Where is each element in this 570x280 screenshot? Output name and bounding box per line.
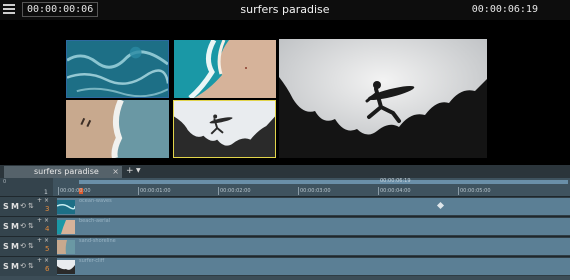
ruler-left-label: 0 [3,179,7,185]
ruler-tick-label: 00:00:02:00 [220,188,251,194]
clip-thumbnail [57,240,75,254]
ruler-tick [138,187,139,195]
ruler-tick [458,187,459,195]
order-icon[interactable]: ⇅ [28,262,34,270]
ruler-tick [298,187,299,195]
ruler-tick-label: 00:00:04:00 [380,188,411,194]
track-5: S M ⟲ ⇅ + × 5 sand-shoreline [0,236,570,256]
ruler-tick [218,187,219,195]
track-number: 4 [45,225,50,233]
tab-menu-icon[interactable]: ▼ [136,165,141,177]
ruler-tick [58,187,59,195]
close-tab-icon[interactable]: × [112,166,119,178]
solo-button[interactable]: S [3,262,9,271]
keyframe-marker[interactable] [436,201,445,210]
ruler-tick-label: 00:00:03:00 [300,188,331,194]
add-tab-icon[interactable]: + [126,165,134,177]
mute-button[interactable]: M [11,262,19,271]
timeline-tab[interactable]: surfers paradise × [4,166,122,178]
clip-thumbnail [57,200,75,214]
clip-name: ocean-waves [79,198,112,204]
clip-name: sand-shoreline [79,238,116,244]
range-bar[interactable] [79,180,568,184]
order-icon[interactable]: ⇅ [28,222,34,230]
lock-icon[interactable]: ⟲ [20,262,26,270]
track-number: 3 [45,205,50,213]
track-header: S M ⟲ ⇅ + × 6 [0,257,57,276]
track-number: 5 [45,245,50,253]
main-preview-frame[interactable] [279,39,487,158]
clip-name: surfer-cliff [79,258,105,264]
duration-timecode: 00:00:06:19 [471,4,538,15]
lock-icon[interactable]: ⟲ [20,222,26,230]
clip[interactable]: beach-aerial [57,218,570,235]
track-4: S M ⟲ ⇅ + × 4 beach-aerial [0,216,570,236]
ruler-tick-label: 00:00:00:00 [60,188,91,194]
thumbnail-beach-aerial[interactable] [174,40,276,98]
order-icon[interactable]: ⇅ [28,202,34,210]
ruler-tick-label: 00:00:05:00 [460,188,491,194]
clip[interactable]: surfer-cliff [57,258,570,275]
add-track-icon[interactable]: + [37,237,42,244]
clip-name: beach-aerial [79,218,111,224]
clip-thumbnail [57,220,75,234]
ruler-tick [378,187,379,195]
remove-track-icon[interactable]: × [44,197,49,204]
thumbnail-sand-shoreline[interactable] [66,100,169,158]
clip[interactable]: ocean-waves [57,198,570,215]
timeline-tab-label: surfers paradise [34,167,99,176]
range-timecode: 00:00:06:19 [380,178,411,184]
track-header: S M ⟲ ⇅ + × 5 [0,237,57,256]
thumbnail-surfer-cliff[interactable] [173,100,276,158]
lock-icon[interactable]: ⟲ [20,202,26,210]
ruler-number: 1 [44,189,48,196]
add-track-icon[interactable]: + [37,217,42,224]
clip[interactable]: sand-shoreline [57,238,570,255]
ruler-tick-label: 00:00:01:00 [140,188,171,194]
mute-button[interactable]: M [11,202,19,211]
remove-track-icon[interactable]: × [44,217,49,224]
track-6: S M ⟲ ⇅ + × 6 surfer-cliff [0,256,570,276]
solo-button[interactable]: S [3,202,9,211]
clip-thumbnail [57,260,75,274]
remove-track-icon[interactable]: × [44,237,49,244]
mute-button[interactable]: M [11,242,19,251]
timeline-ruler[interactable]: 0 1 00:00:06:19 00:00:00:00 00:00:01:00 … [0,178,570,196]
track-3: S M ⟲ ⇅ + × 3 ocean-waves [0,196,570,216]
remove-track-icon[interactable]: × [44,257,49,264]
add-track-icon[interactable]: + [37,197,42,204]
mute-button[interactable]: M [11,222,19,231]
lock-icon[interactable]: ⟲ [20,242,26,250]
timeline-tab-bar: surfers paradise × + ▼ [0,165,570,178]
add-track-icon[interactable]: + [37,257,42,264]
editor-window: 00:00:00:06 surfers paradise 00:00:06:19 [0,0,570,280]
track-header: S M ⟲ ⇅ + × 3 [0,197,57,216]
top-bar: 00:00:00:06 surfers paradise 00:00:06:19 [0,0,570,20]
thumbnail-ocean-waves[interactable] [66,40,169,98]
order-icon[interactable]: ⇅ [28,242,34,250]
track-number: 6 [45,265,50,273]
solo-button[interactable]: S [3,222,9,231]
timeline-panel: surfers paradise × + ▼ 0 1 00:00:06:19 0… [0,165,570,280]
ruler-header: 0 1 [0,178,53,196]
track-header: S M ⟲ ⇅ + × 4 [0,217,57,236]
solo-button[interactable]: S [3,242,9,251]
